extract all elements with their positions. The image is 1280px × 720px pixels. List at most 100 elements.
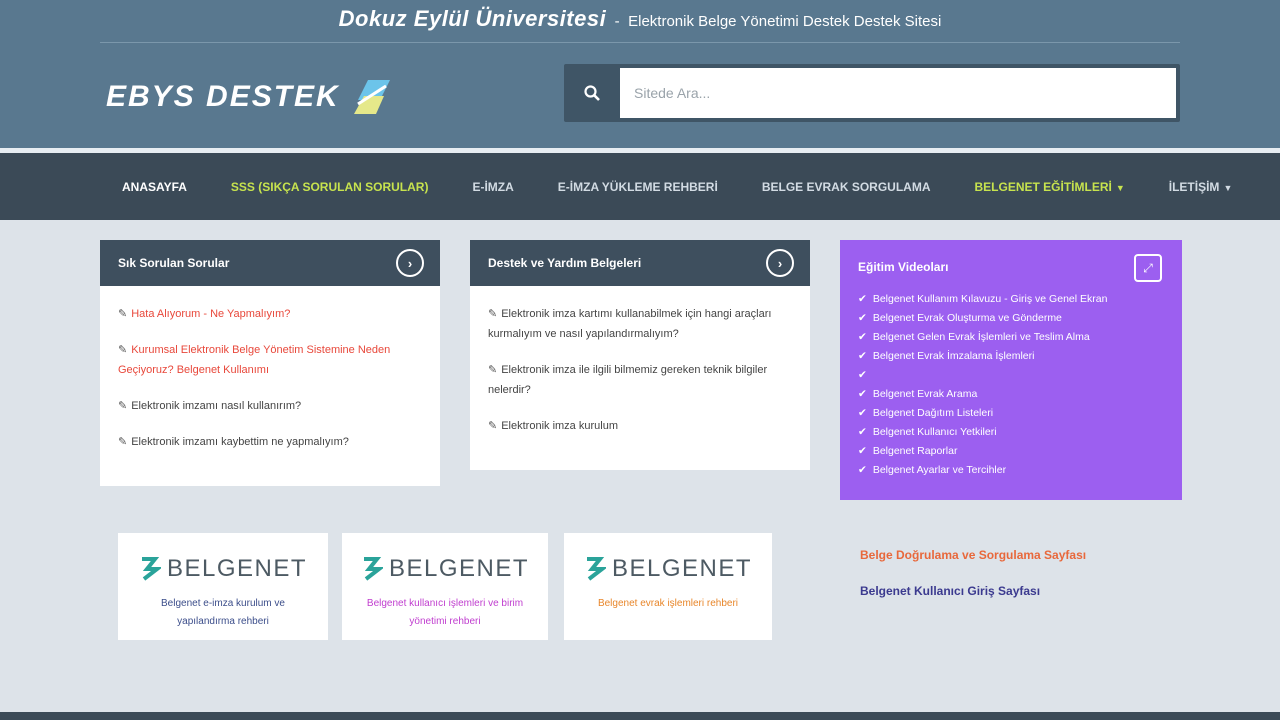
next-arrow-icon[interactable]: › [766, 249, 794, 277]
list-item[interactable]: ✎ Elektronik imzamı nasıl kullanırım? [118, 396, 424, 416]
list-link[interactable]: Belgenet Kullanım Kılavuzu - Giriş ve Ge… [873, 293, 1108, 305]
footer-bar [0, 712, 1280, 720]
pencil-icon: ✎ [118, 308, 128, 320]
help-docs-card-title: Destek ve Yardım Belgeleri [488, 256, 642, 270]
pencil-icon: ✎ [488, 364, 498, 376]
training-videos-title: Eğitim Videoları [858, 260, 949, 274]
nav-item-faq[interactable]: SSS (SIKÇA SORULAN SORULAR) [209, 180, 451, 194]
list-item[interactable]: ✔ Belgenet Raporlar [858, 442, 1164, 461]
list-item[interactable]: ✔ Belgenet Evrak İmzalama İşlemleri [858, 347, 1164, 366]
list-item[interactable]: ✔ Belgenet Gelen Evrak İşlemleri ve Tesli… [858, 328, 1164, 347]
training-videos-list: ✔ Belgenet Kullanım Kılavuzu - Giriş ve G… [858, 290, 1164, 480]
faq-list: ✎ Hata Alıyorum - Ne Yapmalıyım? ✎ Kurumsa… [100, 286, 440, 472]
help-docs-list: ✎ Elektronik imza kartımı kullanabilmek i… [470, 286, 810, 456]
list-link[interactable]: Hata Alıyorum - Ne Yapmalıyım? [131, 308, 290, 320]
main-nav: ANASAYFA SSS (SIKÇA SORULAN SORULAR) E-İ… [0, 153, 1280, 220]
chevron-down-icon: ▼ [1223, 182, 1233, 193]
logo-text: EBYS DESTEK [106, 80, 340, 113]
belgenet-box-2[interactable]: BELGENET Belgenet kullanıcı işlemleri ve… [342, 533, 548, 640]
nav-item-e-signature[interactable]: E-İMZA [450, 180, 535, 194]
list-item[interactable]: ✔ Belgenet Evrak Arama [858, 385, 1164, 404]
list-link[interactable]: Kurumsal Elektronik Belge Yönetim Sistem… [118, 344, 390, 376]
list-link[interactable]: Elektronik imzamı nasıl kullanırım? [131, 400, 301, 412]
next-arrow-icon[interactable]: › [396, 249, 424, 277]
document-verify-link[interactable]: Belge Doğrulama ve Sorgulama Sayfası [860, 548, 1086, 562]
list-item[interactable]: ✎ Elektronik imza kurulum [488, 416, 794, 436]
belgenet-logo-icon [141, 557, 161, 581]
list-item[interactable]: ✔ Belgenet Kullanıcı Yetkileri [858, 423, 1164, 442]
site-logo[interactable]: EBYS DESTEK [106, 74, 396, 120]
nav-item-contact[interactable]: İLETİŞİM ▼ [1147, 180, 1255, 194]
belgenet-logo-text: BELGENET [388, 555, 530, 582]
search-bar [564, 64, 1180, 122]
pencil-icon: ✎ [118, 344, 128, 356]
list-item[interactable]: ✔ [858, 366, 1164, 385]
belgenet-caption: Belgenet e-imza kurulum ve yapılandırma … [161, 598, 285, 627]
belgenet-logo-text: BELGENET [166, 555, 308, 582]
check-icon: ✔ [858, 445, 867, 457]
user-login-link[interactable]: Belgenet Kullanıcı Giriş Sayfası [860, 584, 1040, 598]
list-link[interactable]: Belgenet Kullanıcı Yetkileri [873, 426, 997, 438]
nav-item-trainings[interactable]: BELGENET EĞİTİMLERİ ▼ [953, 180, 1147, 194]
check-icon: ✔ [858, 293, 867, 305]
faq-card-title: Sık Sorulan Sorular [118, 256, 230, 270]
belgenet-logo: BELGENET [118, 555, 328, 583]
list-item[interactable]: ✔ Belgenet Evrak Oluşturma ve Gönderme [858, 309, 1164, 328]
list-link[interactable]: Belgenet Evrak Arama [873, 388, 977, 400]
check-icon: ✔ [858, 369, 867, 381]
search-input[interactable] [620, 68, 1176, 118]
list-item[interactable]: ✎ Elektronik imza kartımı kullanabilmek i… [488, 304, 794, 344]
list-link[interactable]: Belgenet Gelen Evrak İşlemleri ve Teslim… [873, 331, 1090, 343]
belgenet-logo-icon [586, 557, 606, 581]
list-item[interactable]: ✎ Hata Alıyorum - Ne Yapmalıyım? [118, 304, 424, 324]
help-docs-card-header: Destek ve Yardım Belgeleri › [470, 240, 810, 286]
list-link[interactable]: Belgenet Raporlar [873, 445, 958, 457]
list-link[interactable]: Belgenet Evrak Oluşturma ve Gönderme [873, 312, 1062, 324]
check-icon: ✔ [858, 464, 867, 476]
site-header: Dokuz Eylül Üniversitesi - Elektronik Be… [0, 0, 1280, 148]
pencil-icon: ✎ [488, 308, 498, 320]
nav-item-contact-label: İLETİŞİM [1168, 179, 1220, 194]
training-videos-panel: Eğitim Videoları ⤢ ✔ Belgenet Kullanım Kı… [840, 240, 1182, 500]
check-icon: ✔ [858, 331, 867, 343]
list-item[interactable]: ✎ Elektronik imzamı kaybettim ne yapmalıy… [118, 432, 424, 452]
title-separator: - [614, 13, 620, 30]
belgenet-logo: BELGENET [342, 555, 548, 583]
check-icon: ✔ [858, 426, 867, 438]
logo-mark-icon [353, 80, 390, 114]
nav-item-trainings-label: BELGENET EĞİTİMLERİ [974, 179, 1112, 194]
check-icon: ✔ [858, 388, 867, 400]
nav-item-e-signature-guide[interactable]: E-İMZA YÜKLEME REHBERİ [536, 180, 740, 194]
list-item[interactable]: ✔ Belgenet Ayarlar ve Tercihler [858, 461, 1164, 480]
faq-card: Sık Sorulan Sorular › ✎ Hata Alıyorum - N… [100, 240, 440, 486]
list-link[interactable]: Elektronik imza kurulum [501, 420, 618, 432]
divider [100, 42, 1180, 43]
belgenet-box-3[interactable]: BELGENET Belgenet evrak işlemleri rehber… [564, 533, 772, 640]
list-link[interactable]: Elektronik imza ile ilgili bilmemiz gere… [488, 364, 767, 396]
list-link[interactable]: Belgenet Evrak İmzalama İşlemleri [873, 350, 1035, 362]
pencil-icon: ✎ [118, 436, 128, 448]
site-subtitle: Elektronik Belge Yönetimi Destek Destek … [628, 13, 942, 30]
pencil-icon: ✎ [488, 420, 498, 432]
pencil-icon: ✎ [118, 400, 128, 412]
expand-icon[interactable]: ⤢ [1134, 254, 1162, 282]
list-item[interactable]: ✎ Kurumsal Elektronik Belge Yönetim Siste… [118, 340, 424, 380]
nav-item-document-query[interactable]: BELGE EVRAK SORGULAMA [740, 180, 953, 194]
search-icon[interactable] [564, 64, 620, 122]
university-name: Dokuz Eylül Üniversitesi [338, 6, 607, 31]
faq-card-header: Sık Sorulan Sorular › [100, 240, 440, 286]
list-item[interactable]: ✔ Belgenet Kullanım Kılavuzu - Giriş ve G… [858, 290, 1164, 309]
belgenet-caption: Belgenet evrak işlemleri rehberi [597, 598, 739, 609]
check-icon: ✔ [858, 407, 867, 419]
list-link[interactable]: Elektronik imza kartımı kullanabilmek iç… [488, 308, 771, 340]
belgenet-logo: BELGENET [564, 555, 772, 583]
nav-item-home[interactable]: ANASAYFA [100, 180, 209, 194]
list-link[interactable]: Elektronik imzamı kaybettim ne yapmalıyı… [131, 436, 349, 448]
list-item[interactable]: ✔ Belgenet Dağıtım Listeleri [858, 404, 1164, 423]
belgenet-logo-text: BELGENET [611, 555, 753, 582]
list-link[interactable]: Belgenet Dağıtım Listeleri [873, 407, 993, 419]
list-link[interactable]: Belgenet Ayarlar ve Tercihler [873, 464, 1006, 476]
list-item[interactable]: ✎ Elektronik imza ile ilgili bilmemiz ger… [488, 360, 794, 400]
belgenet-box-1[interactable]: BELGENET Belgenet e-imza kurulum ve yapı… [118, 533, 328, 640]
belgenet-logo-icon [363, 557, 383, 581]
